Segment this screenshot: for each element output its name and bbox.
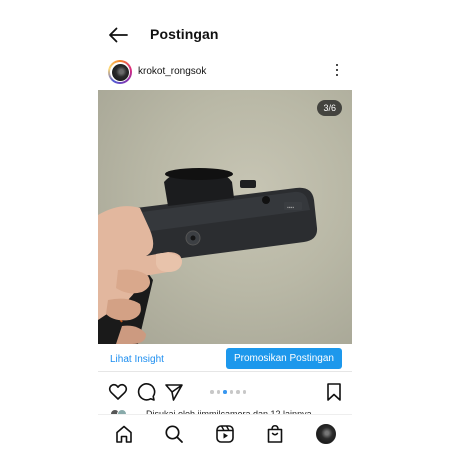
carousel-counter: 3/6 <box>317 100 342 116</box>
carousel-dot <box>242 390 246 394</box>
post-image[interactable]: ▪▪▪▪ 3/6 <box>98 90 352 344</box>
post-header: krokot_rongsok <box>98 58 352 86</box>
profile-avatar[interactable] <box>316 424 336 444</box>
camera-photo: ▪▪▪▪ <box>98 168 318 344</box>
carousel-dot <box>216 390 220 394</box>
avatar[interactable] <box>108 60 132 84</box>
carousel-dots <box>210 390 246 394</box>
carousel-dot <box>229 390 233 394</box>
view-insights-link[interactable]: Lihat Insight <box>110 354 164 365</box>
search-icon[interactable] <box>164 424 184 444</box>
post-actions <box>98 382 352 402</box>
carousel-dot <box>210 390 214 394</box>
page-title: Postingan <box>150 26 219 42</box>
send-icon[interactable] <box>164 382 184 402</box>
username-link[interactable]: krokot_rongsok <box>138 66 206 77</box>
bottom-navigation <box>98 414 352 450</box>
home-icon[interactable] <box>114 424 134 444</box>
carousel-dot-active <box>223 390 227 394</box>
insight-row: Lihat Insight Promosikan Postingan <box>98 346 352 372</box>
svg-text:▪▪▪▪: ▪▪▪▪ <box>287 205 294 211</box>
more-options-icon[interactable] <box>334 64 340 80</box>
carousel-dot <box>236 390 240 394</box>
top-bar: Postingan <box>98 18 352 52</box>
shop-icon[interactable] <box>265 424 285 444</box>
post-screen: Postingan krokot_rongsok ▪▪▪▪ 3/6 Lihat … <box>98 0 352 450</box>
back-arrow-icon[interactable] <box>108 26 128 44</box>
heart-icon[interactable] <box>108 382 128 402</box>
comment-icon[interactable] <box>136 382 156 402</box>
bookmark-icon[interactable] <box>324 382 344 402</box>
reels-icon[interactable] <box>215 424 235 444</box>
promote-post-button[interactable]: Promosikan Postingan <box>225 348 342 369</box>
